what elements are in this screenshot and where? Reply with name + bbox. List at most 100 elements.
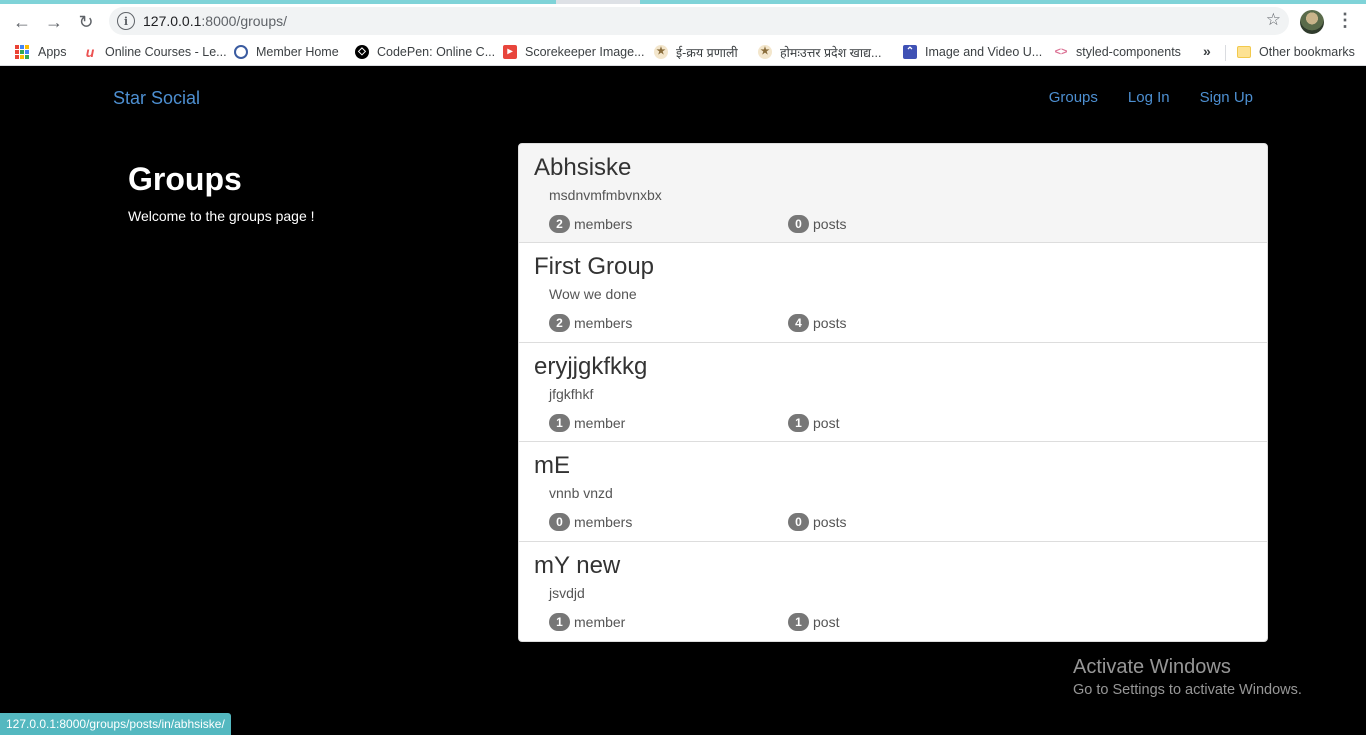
members-count-badge: 2	[549, 314, 570, 333]
site-page: Star Social Groups Log In Sign Up Groups…	[0, 67, 1366, 735]
browser-toolbar: ← → ↻ i 127.0.0.1:8000/groups/ ☆ ⋮	[0, 4, 1366, 38]
bookmark-styled-components[interactable]: <> styled-components	[1054, 43, 1181, 61]
welcome-text: Welcome to the groups page !	[128, 208, 315, 224]
member-home-icon	[234, 45, 248, 59]
group-name: eryjjgkfkkg	[534, 352, 648, 380]
members-count-badge: 1	[549, 612, 570, 631]
groups-list: Abhsiske msdnvmfmbvnxbx 2 members 0 posts …	[518, 143, 1268, 642]
members-label: members	[574, 315, 633, 332]
back-arrow-icon[interactable]: ←	[8, 8, 36, 36]
group-name: First Group	[534, 253, 655, 281]
members-count-badge: 0	[549, 513, 570, 532]
emblem-icon: ★	[758, 45, 772, 59]
bookmark-label: Apps	[38, 45, 67, 59]
bookmark-label: ई-क्रय प्रणाली	[676, 45, 738, 60]
posts-count-badge: 0	[788, 215, 809, 233]
url-host: 127.0.0.1	[143, 13, 202, 29]
posts-stat: 4 posts	[788, 314, 846, 333]
members-stat: 1 member	[549, 612, 626, 631]
group-list-item[interactable]: Abhsiske msdnvmfmbvnxbx 2 members 0 posts	[519, 144, 1267, 244]
bookmark-e-kray[interactable]: ★ ई-क्रय प्रणाली	[654, 43, 738, 61]
members-stat: 2 members	[549, 314, 633, 333]
group-list-item[interactable]: First Group Wow we done 2 members 4 posts	[519, 243, 1267, 343]
group-name: mE	[534, 452, 570, 480]
bookmark-up-khadya[interactable]: ★ होमःउत्तर प्रदेश खाद्य...	[758, 43, 881, 61]
group-list-item[interactable]: mY new jsvdjd 1 member 1 post	[519, 542, 1267, 641]
members-count-badge: 2	[549, 215, 570, 233]
members-stat: 0 members	[549, 513, 633, 532]
group-name: mY new	[534, 551, 621, 579]
status-bar-url: 127.0.0.1:8000/groups/posts/in/abhsiske/	[0, 713, 231, 735]
bookmark-star-icon[interactable]: ☆	[1266, 10, 1281, 30]
site-brand[interactable]: Star Social	[113, 88, 200, 109]
codepen-icon: ◇	[355, 45, 369, 59]
group-description: jsvdjd	[549, 584, 585, 601]
bookmark-label: होमःउत्तर प्रदेश खाद्य...	[780, 45, 882, 60]
watermark-subtitle: Go to Settings to activate Windows.	[1073, 682, 1302, 698]
profile-avatar[interactable]	[1300, 10, 1324, 34]
emblem-icon: ★	[654, 45, 668, 59]
bookmarks-divider	[1225, 45, 1226, 61]
styled-components-icon: <>	[1054, 46, 1068, 58]
posts-count-badge: 4	[788, 314, 809, 333]
bookmark-label: Online Courses - Le...	[105, 45, 227, 59]
bookmark-label: CodePen: Online C...	[377, 45, 496, 59]
members-label: members	[574, 514, 633, 531]
posts-count-badge: 0	[788, 513, 809, 532]
bookmark-image-video[interactable]: ⌃ Image and Video U...	[903, 43, 1042, 61]
bookmark-apps[interactable]: Apps	[15, 43, 67, 61]
forward-arrow-icon[interactable]: →	[40, 8, 68, 36]
bookmark-label: Other bookmarks	[1259, 45, 1355, 59]
bookmark-label: styled-components	[1076, 45, 1181, 59]
members-stat: 2 members	[549, 215, 632, 233]
bookmark-codepen[interactable]: ◇ CodePen: Online C...	[355, 43, 495, 61]
site-nav: Groups Log In Sign Up	[1019, 89, 1253, 106]
bookmark-online-courses[interactable]: u Online Courses - Le...	[83, 43, 227, 61]
reload-icon[interactable]: ↻	[72, 8, 100, 36]
posts-count-badge: 1	[788, 413, 809, 432]
bookmark-label: Image and Video U...	[925, 45, 1043, 59]
folder-icon	[1237, 46, 1251, 58]
members-label: members	[574, 216, 633, 232]
bookmark-other[interactable]: Other bookmarks	[1237, 43, 1355, 61]
members-stat: 1 member	[549, 413, 626, 432]
posts-label: posts	[813, 216, 847, 232]
nav-groups-link[interactable]: Groups	[1049, 89, 1098, 106]
group-name: Abhsiske	[534, 154, 632, 181]
members-count-badge: 1	[549, 413, 570, 432]
apps-grid-icon	[15, 45, 29, 59]
group-description: jfgkfhkf	[549, 385, 594, 402]
bookmark-member-home[interactable]: Member Home	[234, 43, 339, 61]
nav-signup-link[interactable]: Sign Up	[1200, 89, 1253, 106]
posts-stat: 1 post	[788, 612, 840, 631]
bookmarks-bar: Apps u Online Courses - Le... Member Hom…	[0, 38, 1366, 66]
info-icon[interactable]: i	[117, 12, 135, 30]
more-bookmarks-chevron-icon[interactable]: »	[1203, 43, 1211, 59]
members-label: member	[574, 613, 626, 630]
address-bar[interactable]: i 127.0.0.1:8000/groups/ ☆	[109, 7, 1289, 35]
group-list-item[interactable]: eryjjgkfkkg jfgkfhkf 1 member 1 post	[519, 343, 1267, 443]
posts-label: post	[813, 414, 840, 431]
group-description: msdnvmfmbvnxbx	[549, 187, 662, 203]
address-url[interactable]: 127.0.0.1:8000/groups/	[143, 13, 287, 29]
group-list-item[interactable]: mE vnnb vnzd 0 members 0 posts	[519, 442, 1267, 542]
image-upload-icon: ⌃	[903, 45, 917, 59]
windows-activation-watermark: Activate Windows Go to Settings to activ…	[1073, 656, 1302, 698]
scorekeeper-icon: ▸	[503, 45, 517, 59]
group-description: Wow we done	[549, 286, 637, 303]
watermark-title: Activate Windows	[1073, 656, 1231, 678]
bookmark-scorekeeper[interactable]: ▸ Scorekeeper Image...	[503, 43, 645, 61]
bookmark-label: Member Home	[256, 45, 339, 59]
posts-label: post	[813, 613, 840, 630]
posts-label: posts	[813, 514, 847, 531]
bookmark-label: Scorekeeper Image...	[525, 45, 645, 59]
posts-stat: 0 posts	[788, 215, 846, 233]
posts-count-badge: 1	[788, 612, 809, 631]
group-description: vnnb vnzd	[549, 485, 613, 502]
posts-stat: 1 post	[788, 413, 840, 432]
url-path: :8000/groups/	[201, 13, 288, 29]
kebab-menu-icon[interactable]: ⋮	[1335, 10, 1355, 31]
page-title: Groups	[128, 161, 242, 197]
nav-login-link[interactable]: Log In	[1128, 89, 1170, 106]
members-label: member	[574, 414, 626, 431]
